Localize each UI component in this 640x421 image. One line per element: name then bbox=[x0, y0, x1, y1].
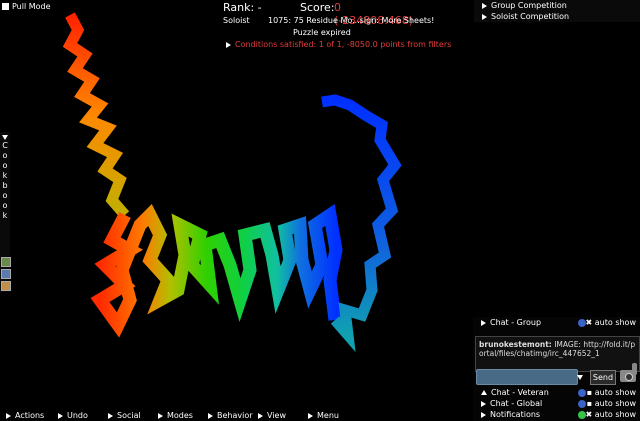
chat-input[interactable] bbox=[476, 369, 578, 385]
cookbook-letter: C bbox=[2, 141, 8, 150]
expand-arrow-icon bbox=[58, 412, 63, 419]
cookbook-panel[interactable]: C o o k b o o k bbox=[0, 132, 11, 292]
auto-show-label: auto show bbox=[594, 410, 636, 419]
expand-arrow-icon bbox=[158, 412, 163, 419]
puzzle-name: 1075: 75 Residue Mo...sign: More Sheets! bbox=[268, 16, 435, 25]
chat-message: brunokestemont: IMAGE: http://fold.it/po… bbox=[476, 337, 639, 361]
protein-strand-n-terminal bbox=[62, 12, 130, 219]
info-icon bbox=[578, 400, 586, 408]
chat-veteran-tab[interactable]: Chat - Veteran ▪ auto show bbox=[473, 388, 640, 398]
cookbook-label: C o o k b o o k bbox=[0, 141, 10, 221]
cookbook-letter: o bbox=[2, 201, 8, 210]
expand-arrow-icon bbox=[482, 13, 487, 20]
recipe-edit-icon[interactable] bbox=[1, 281, 11, 291]
recipe-folder-icon[interactable] bbox=[1, 269, 11, 279]
social-menu[interactable]: Social bbox=[108, 411, 141, 420]
chat-message-user: brunokestemont: bbox=[479, 340, 552, 349]
expand-arrow-icon bbox=[226, 41, 231, 48]
expand-arrow-icon bbox=[481, 411, 486, 418]
actions-menu[interactable]: Actions bbox=[6, 411, 44, 420]
conditions-text: Conditions satisfied: 1 of 1, -8050.0 po… bbox=[235, 40, 452, 49]
close-x-icon: ✖ bbox=[585, 318, 595, 327]
chat-group-tab[interactable]: Chat - Group ✖ auto show bbox=[473, 318, 640, 328]
group-competition-toggle[interactable]: Group Competition bbox=[474, 0, 640, 11]
pull-mode-toggle[interactable]: Pull Mode bbox=[2, 2, 51, 11]
mode-label: Soloist bbox=[223, 16, 250, 25]
menu-label: Menu bbox=[317, 411, 339, 420]
pull-mode-icon bbox=[2, 3, 9, 10]
cookbook-letter: k bbox=[2, 211, 8, 220]
conditions-toggle[interactable]: Conditions satisfied: 1 of 1, -8050.0 po… bbox=[226, 40, 451, 49]
cookbook-letter: o bbox=[2, 191, 8, 200]
auto-show-label: auto show bbox=[594, 318, 636, 327]
auto-show-toggle[interactable]: ✖ auto show bbox=[586, 318, 636, 328]
auto-show-label: auto show bbox=[594, 399, 636, 408]
group-competition-label: Group Competition bbox=[491, 1, 567, 10]
view-menu[interactable]: View bbox=[258, 411, 286, 420]
expand-arrow-icon bbox=[208, 412, 213, 419]
auto-show-toggle[interactable]: ▪ auto show bbox=[587, 388, 636, 398]
modes-label: Modes bbox=[167, 411, 193, 420]
expand-arrow-icon bbox=[108, 412, 113, 419]
modes-menu[interactable]: Modes bbox=[158, 411, 193, 420]
actions-label: Actions bbox=[15, 411, 45, 420]
close-x-icon: ✖ bbox=[585, 410, 595, 419]
protein-helix-region bbox=[90, 204, 343, 338]
recipe-script-icon[interactable] bbox=[1, 257, 11, 267]
undo-label: Undo bbox=[67, 411, 88, 420]
social-label: Social bbox=[117, 411, 141, 420]
undo-menu[interactable]: Undo bbox=[58, 411, 88, 420]
notifications-tab[interactable]: Notifications ✖ auto show bbox=[473, 410, 640, 420]
chat-global-tab[interactable]: Chat - Global ▪ auto show bbox=[473, 399, 640, 409]
puzzle-status: Puzzle expired bbox=[293, 28, 351, 37]
chat-veteran-label: Chat - Veteran bbox=[491, 388, 549, 397]
view-label: View bbox=[267, 411, 286, 420]
cookbook-letter: k bbox=[2, 171, 8, 180]
chat-panel: Chat - Group ✖ auto show brunokestemont:… bbox=[473, 317, 640, 421]
auto-show-label: auto show bbox=[594, 388, 636, 397]
chat-message-area[interactable]: brunokestemont: IMAGE: http://fold.it/po… bbox=[475, 336, 640, 375]
checkbox-icon: ▪ bbox=[586, 399, 595, 408]
info-icon bbox=[578, 389, 586, 397]
auto-show-toggle[interactable]: ▪ auto show bbox=[587, 399, 636, 409]
bottom-menu-bar: Actions Undo Social Modes Behavior View … bbox=[0, 409, 378, 421]
cookbook-letter: b bbox=[2, 181, 8, 190]
pull-mode-label: Pull Mode bbox=[12, 2, 51, 11]
expand-arrow-icon bbox=[308, 412, 313, 419]
score-label: Score: bbox=[300, 1, 335, 14]
checkbox-icon: ▪ bbox=[586, 388, 595, 397]
rank-label: Rank: - bbox=[223, 1, 262, 14]
notifications-label: Notifications bbox=[490, 410, 541, 419]
competition-panel: Group Competition Soloist Competition bbox=[474, 0, 640, 22]
cookbook-letter: o bbox=[2, 161, 8, 170]
soloist-competition-toggle[interactable]: Soloist Competition bbox=[474, 11, 640, 22]
chat-global-label: Chat - Global bbox=[490, 399, 543, 408]
expand-arrow-icon bbox=[482, 2, 487, 9]
expand-arrow-icon bbox=[481, 319, 486, 326]
main-menu[interactable]: Menu bbox=[308, 411, 339, 420]
cookbook-letter: o bbox=[2, 151, 8, 160]
collapse-arrow-icon bbox=[481, 390, 487, 395]
behavior-menu[interactable]: Behavior bbox=[208, 411, 253, 420]
collapse-arrow-icon bbox=[2, 135, 8, 140]
auto-show-toggle[interactable]: ✖ auto show bbox=[586, 410, 636, 420]
expand-arrow-icon bbox=[258, 412, 263, 419]
camera-icon[interactable] bbox=[620, 370, 636, 382]
expand-arrow-icon bbox=[6, 412, 11, 419]
chat-input-dropdown-icon[interactable] bbox=[577, 373, 583, 382]
chat-group-label: Chat - Group bbox=[490, 318, 542, 327]
soloist-competition-label: Soloist Competition bbox=[491, 12, 570, 21]
score-panel: Rank: - Score: 0 (-234808.468) Soloist 1… bbox=[220, 0, 451, 50]
behavior-label: Behavior bbox=[217, 411, 253, 420]
send-button[interactable]: Send bbox=[590, 370, 616, 385]
expand-arrow-icon bbox=[481, 400, 486, 407]
